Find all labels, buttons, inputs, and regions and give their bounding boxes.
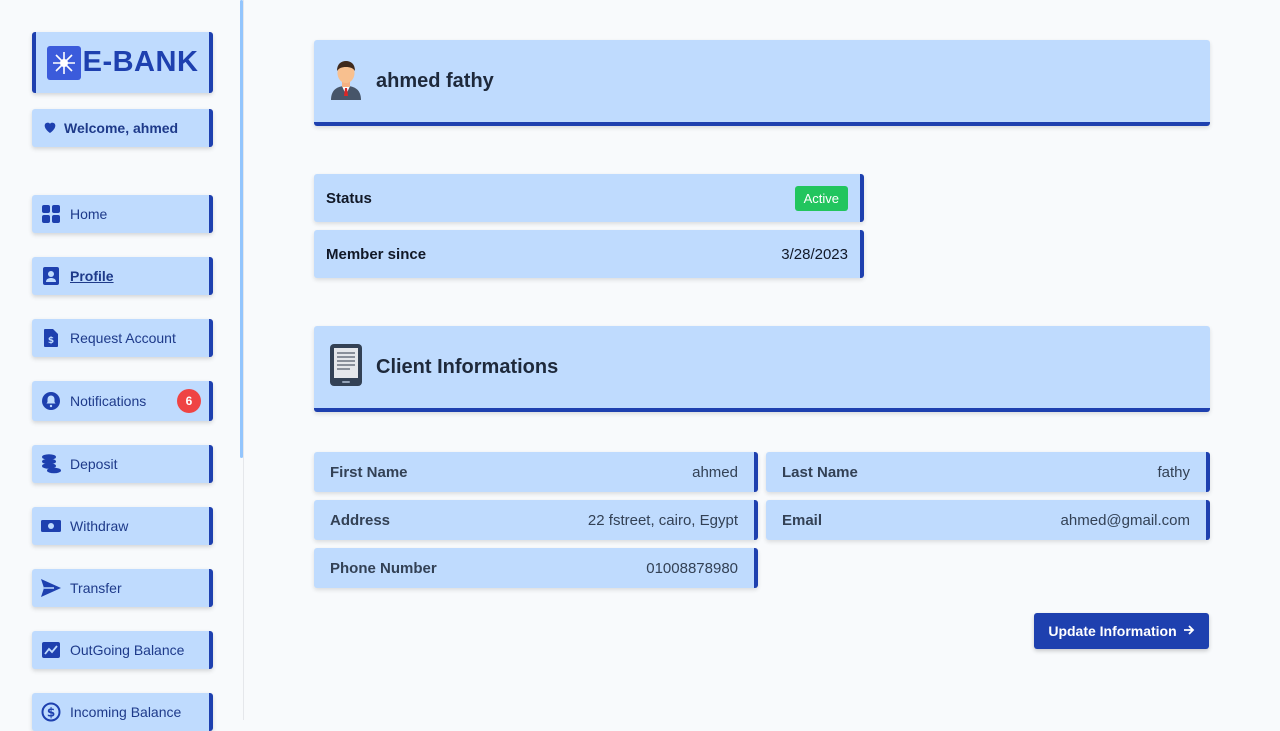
- sidebar-item-label: Incoming Balance: [70, 704, 182, 720]
- chart-up-icon: [40, 639, 62, 661]
- dollar-document-icon: $: [40, 327, 62, 349]
- arrow-right-icon: [1183, 623, 1195, 639]
- welcome-text: Welcome, ahmed: [64, 120, 179, 136]
- status-label: Status: [326, 189, 372, 207]
- update-information-button[interactable]: Update Information: [1034, 613, 1209, 649]
- profile-header-card: ahmed fathy: [314, 40, 1210, 126]
- sidebar-item-deposit[interactable]: Deposit: [32, 445, 213, 483]
- address-value: 22 fstreet, cairo, Egypt: [587, 511, 738, 529]
- sidebar: E-BANK Welcome, ahmed Home Profile $ Req…: [0, 0, 244, 731]
- sidebar-item-label: Request Account: [70, 330, 176, 346]
- email-value: ahmed@gmail.com: [1060, 511, 1190, 529]
- logo-star-icon: [46, 45, 81, 80]
- email-row: Email ahmed@gmail.com: [766, 500, 1210, 540]
- address-row: Address 22 fstreet, cairo, Egypt: [314, 500, 758, 540]
- money-bill-icon: [40, 515, 62, 537]
- sidebar-item-withdraw[interactable]: Withdraw: [32, 507, 213, 545]
- first-name-value: ahmed: [692, 463, 738, 481]
- status-row: Status Active: [314, 174, 864, 222]
- sidebar-item-transfer[interactable]: Transfer: [32, 569, 213, 607]
- sidebar-item-home[interactable]: Home: [32, 195, 213, 233]
- sidebar-item-profile[interactable]: Profile: [32, 257, 213, 295]
- brand-name: E-BANK: [82, 46, 199, 78]
- profile-name: ahmed fathy: [376, 69, 494, 92]
- id-card-icon: [40, 265, 62, 287]
- svg-text:$: $: [47, 706, 55, 720]
- sidebar-item-label: OutGoing Balance: [70, 642, 185, 658]
- phone-row: Phone Number 01008878980: [314, 548, 758, 588]
- sidebar-item-notifications[interactable]: Notifications 6: [32, 381, 213, 421]
- bell-icon: [40, 390, 62, 412]
- phone-label: Phone Number: [330, 559, 437, 577]
- address-label: Address: [330, 511, 391, 529]
- brand-logo[interactable]: E-BANK: [32, 32, 213, 93]
- client-info-header-card: Client Informations: [314, 326, 1210, 412]
- member-since-label: Member since: [326, 245, 427, 263]
- sidebar-item-label: Withdraw: [70, 518, 129, 534]
- heart-icon: [42, 119, 58, 138]
- ebook-reader-icon: [328, 343, 364, 392]
- last-name-row: Last Name fathy: [766, 452, 1210, 492]
- last-name-label: Last Name: [782, 463, 858, 481]
- sidebar-item-request-account[interactable]: $ Request Account: [32, 319, 213, 357]
- email-label: Email: [782, 511, 823, 529]
- update-button-label: Update Information: [1048, 623, 1177, 639]
- first-name-row: First Name ahmed: [314, 452, 758, 492]
- status-badge: Active: [794, 185, 848, 211]
- last-name-value: fathy: [1157, 463, 1190, 481]
- coins-icon: [40, 453, 62, 475]
- user-avatar-icon: [328, 58, 364, 105]
- sidebar-item-label: Notifications: [70, 393, 147, 409]
- notification-count-badge: 6: [177, 389, 201, 413]
- sidebar-item-incoming-balance[interactable]: $ Incoming Balance: [32, 693, 213, 731]
- sidebar-item-outgoing-balance[interactable]: OutGoing Balance: [32, 631, 213, 669]
- client-info-title: Client Informations: [376, 355, 559, 378]
- sidebar-item-label: Transfer: [70, 580, 122, 596]
- sidebar-scrollbar[interactable]: [240, 0, 243, 458]
- phone-value: 01008878980: [646, 559, 738, 577]
- send-icon: [40, 577, 62, 599]
- member-since-row: Member since 3/28/2023: [314, 230, 864, 278]
- sidebar-item-label: Profile: [70, 268, 114, 284]
- grid-icon: [40, 203, 62, 225]
- first-name-label: First Name: [330, 463, 408, 481]
- sidebar-item-label: Home: [70, 206, 108, 222]
- svg-text:$: $: [48, 336, 54, 346]
- welcome-banner: Welcome, ahmed: [32, 109, 213, 147]
- member-since-value: 3/28/2023: [781, 245, 848, 263]
- sidebar-item-label: Deposit: [70, 456, 118, 472]
